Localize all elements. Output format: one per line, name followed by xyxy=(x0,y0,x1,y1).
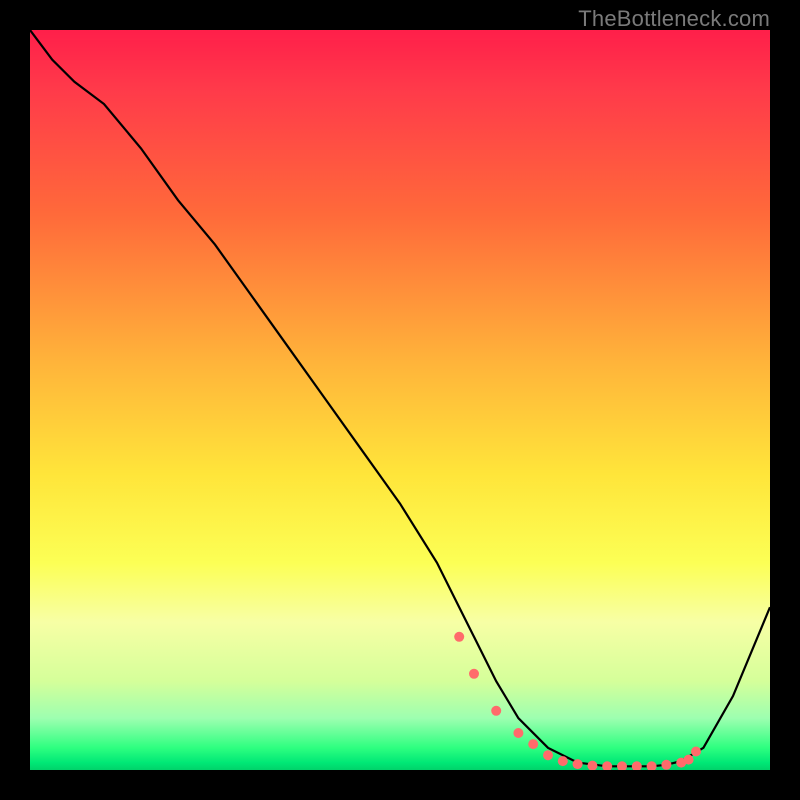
marker-point xyxy=(661,760,671,770)
marker-point xyxy=(676,758,686,768)
watermark-text: TheBottleneck.com xyxy=(578,6,770,32)
marker-point xyxy=(491,706,501,716)
bottleneck-curve xyxy=(30,30,770,766)
marker-point xyxy=(454,632,464,642)
marker-point xyxy=(513,728,523,738)
marker-point xyxy=(573,759,583,769)
marker-point xyxy=(647,761,657,770)
marker-point xyxy=(684,755,694,765)
marker-point xyxy=(602,761,612,770)
marker-point xyxy=(632,761,642,770)
marker-point xyxy=(587,761,597,770)
marker-point xyxy=(543,750,553,760)
curve-layer xyxy=(30,30,770,770)
marker-point xyxy=(558,756,568,766)
marker-point xyxy=(469,669,479,679)
marker-group xyxy=(454,632,701,770)
chart-container: TheBottleneck.com xyxy=(0,0,800,800)
marker-point xyxy=(691,747,701,757)
marker-point xyxy=(617,761,627,770)
plot-area xyxy=(30,30,770,770)
marker-point xyxy=(528,739,538,749)
